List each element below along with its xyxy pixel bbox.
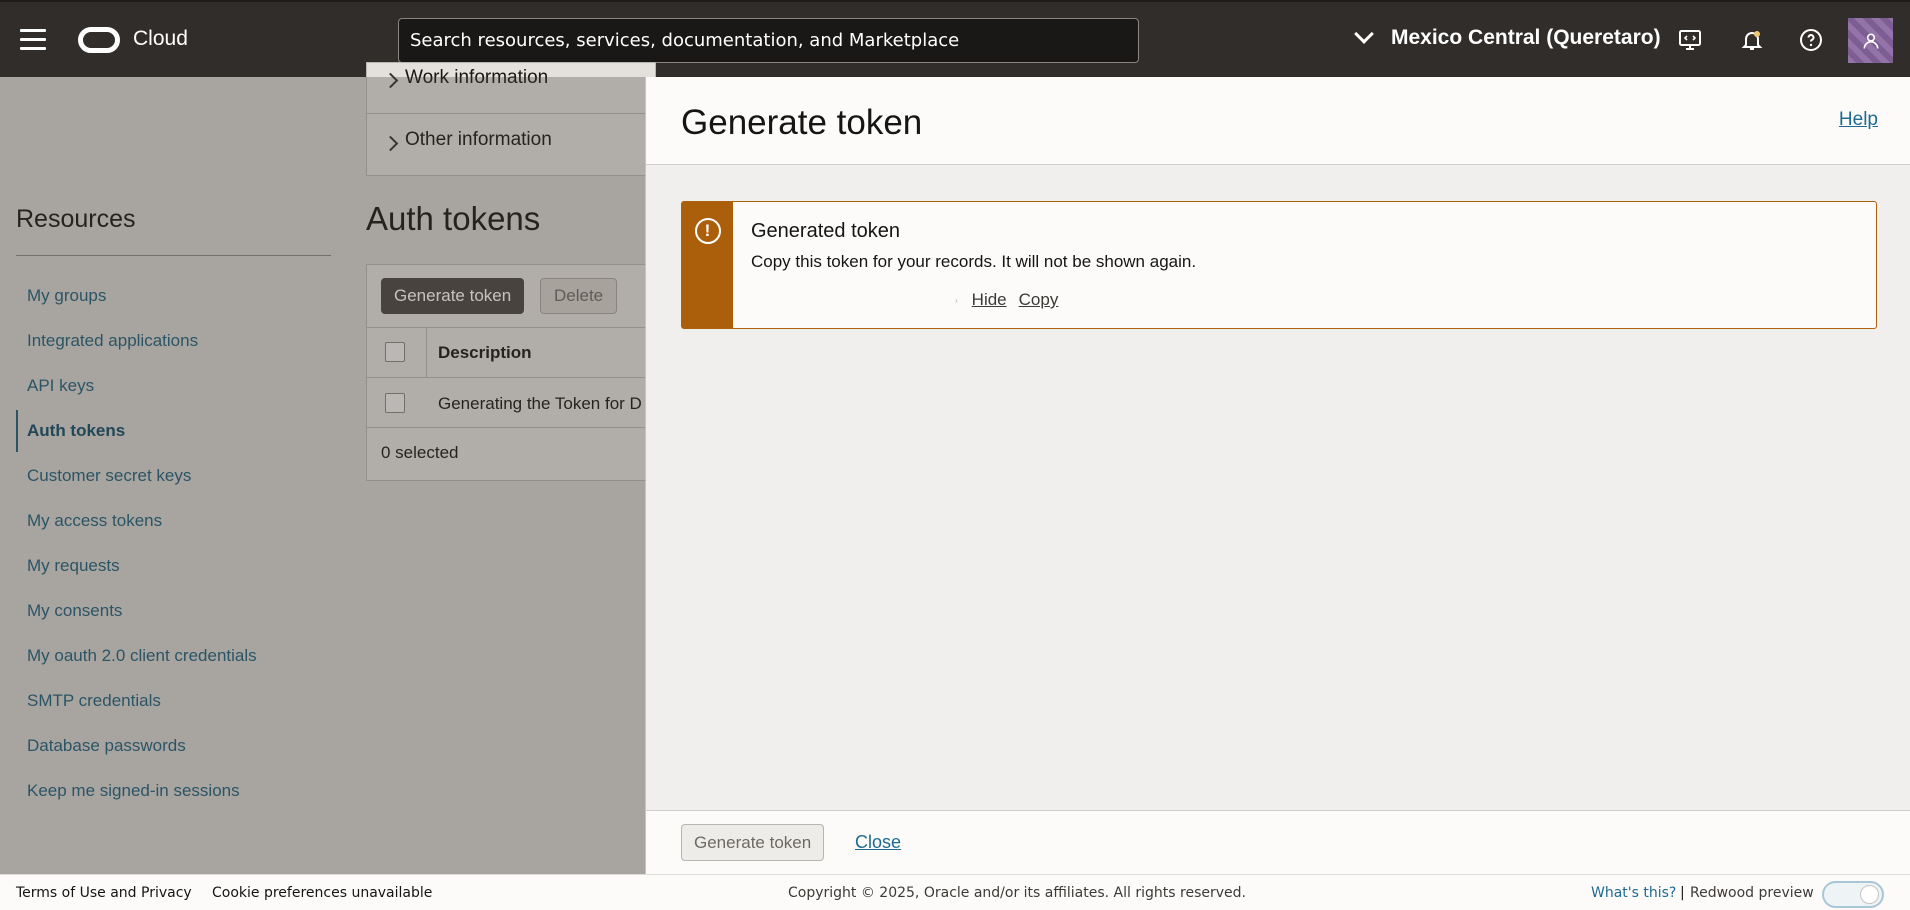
avatar[interactable] bbox=[1848, 18, 1893, 63]
copy-link[interactable]: Copy bbox=[1019, 290, 1059, 310]
alert-stripe: ! bbox=[682, 202, 733, 328]
masked-token: › bbox=[955, 295, 958, 305]
bell-icon[interactable] bbox=[1738, 26, 1766, 54]
redwood-preview-toggle[interactable] bbox=[1822, 881, 1884, 908]
close-link[interactable]: Close bbox=[855, 832, 901, 853]
user-icon bbox=[1863, 33, 1878, 49]
page-footer: Terms of Use and Privacy Cookie preferen… bbox=[0, 874, 1910, 910]
redwood-preview-label: Redwood preview bbox=[1690, 885, 1814, 901]
menu-icon[interactable] bbox=[20, 29, 46, 51]
alert-title: Generated token bbox=[751, 220, 900, 242]
help-link[interactable]: Help bbox=[1839, 109, 1878, 131]
modal-overlay[interactable] bbox=[0, 77, 645, 874]
hide-link[interactable]: Hide bbox=[972, 290, 1007, 310]
brand-label[interactable]: Cloud bbox=[133, 27, 188, 51]
footer-separator: | bbox=[1680, 885, 1685, 901]
generate-token-submit-button[interactable]: Generate token bbox=[681, 824, 825, 861]
top-bar: Cloud Search resources, services, docume… bbox=[0, 0, 1910, 77]
warning-icon: ! bbox=[694, 218, 721, 244]
alert-actions: › Hide Copy bbox=[955, 290, 1058, 310]
terms-link[interactable]: Terms of Use and Privacy bbox=[16, 885, 192, 901]
copyright: Copyright © 2025, Oracle and/or its affi… bbox=[788, 885, 1246, 901]
generate-token-drawer: Generate token Help ! Generated token Co… bbox=[645, 77, 1910, 874]
cloud-shell-icon[interactable] bbox=[1676, 26, 1704, 54]
alert-message: Copy this token for your records. It wil… bbox=[751, 252, 1197, 271]
whats-this-link[interactable]: What's this? bbox=[1591, 885, 1676, 901]
region-selector[interactable]: Mexico Central (Queretaro) bbox=[1354, 24, 1661, 50]
search-input[interactable]: Search resources, services, documentatio… bbox=[398, 18, 1139, 63]
region-label: Mexico Central (Queretaro) bbox=[1391, 26, 1661, 49]
chevron-down-icon bbox=[1354, 24, 1374, 44]
oracle-logo-icon[interactable] bbox=[78, 27, 120, 53]
help-icon[interactable] bbox=[1797, 26, 1825, 54]
generated-token-alert: ! Generated token Copy this token for yo… bbox=[681, 201, 1877, 329]
drawer-header: Generate token Help bbox=[646, 77, 1910, 165]
drawer-footer: Generate token Close bbox=[646, 810, 1910, 874]
drawer-title: Generate token bbox=[681, 103, 923, 142]
cookie-preferences[interactable]: Cookie preferences unavailable bbox=[212, 885, 432, 901]
